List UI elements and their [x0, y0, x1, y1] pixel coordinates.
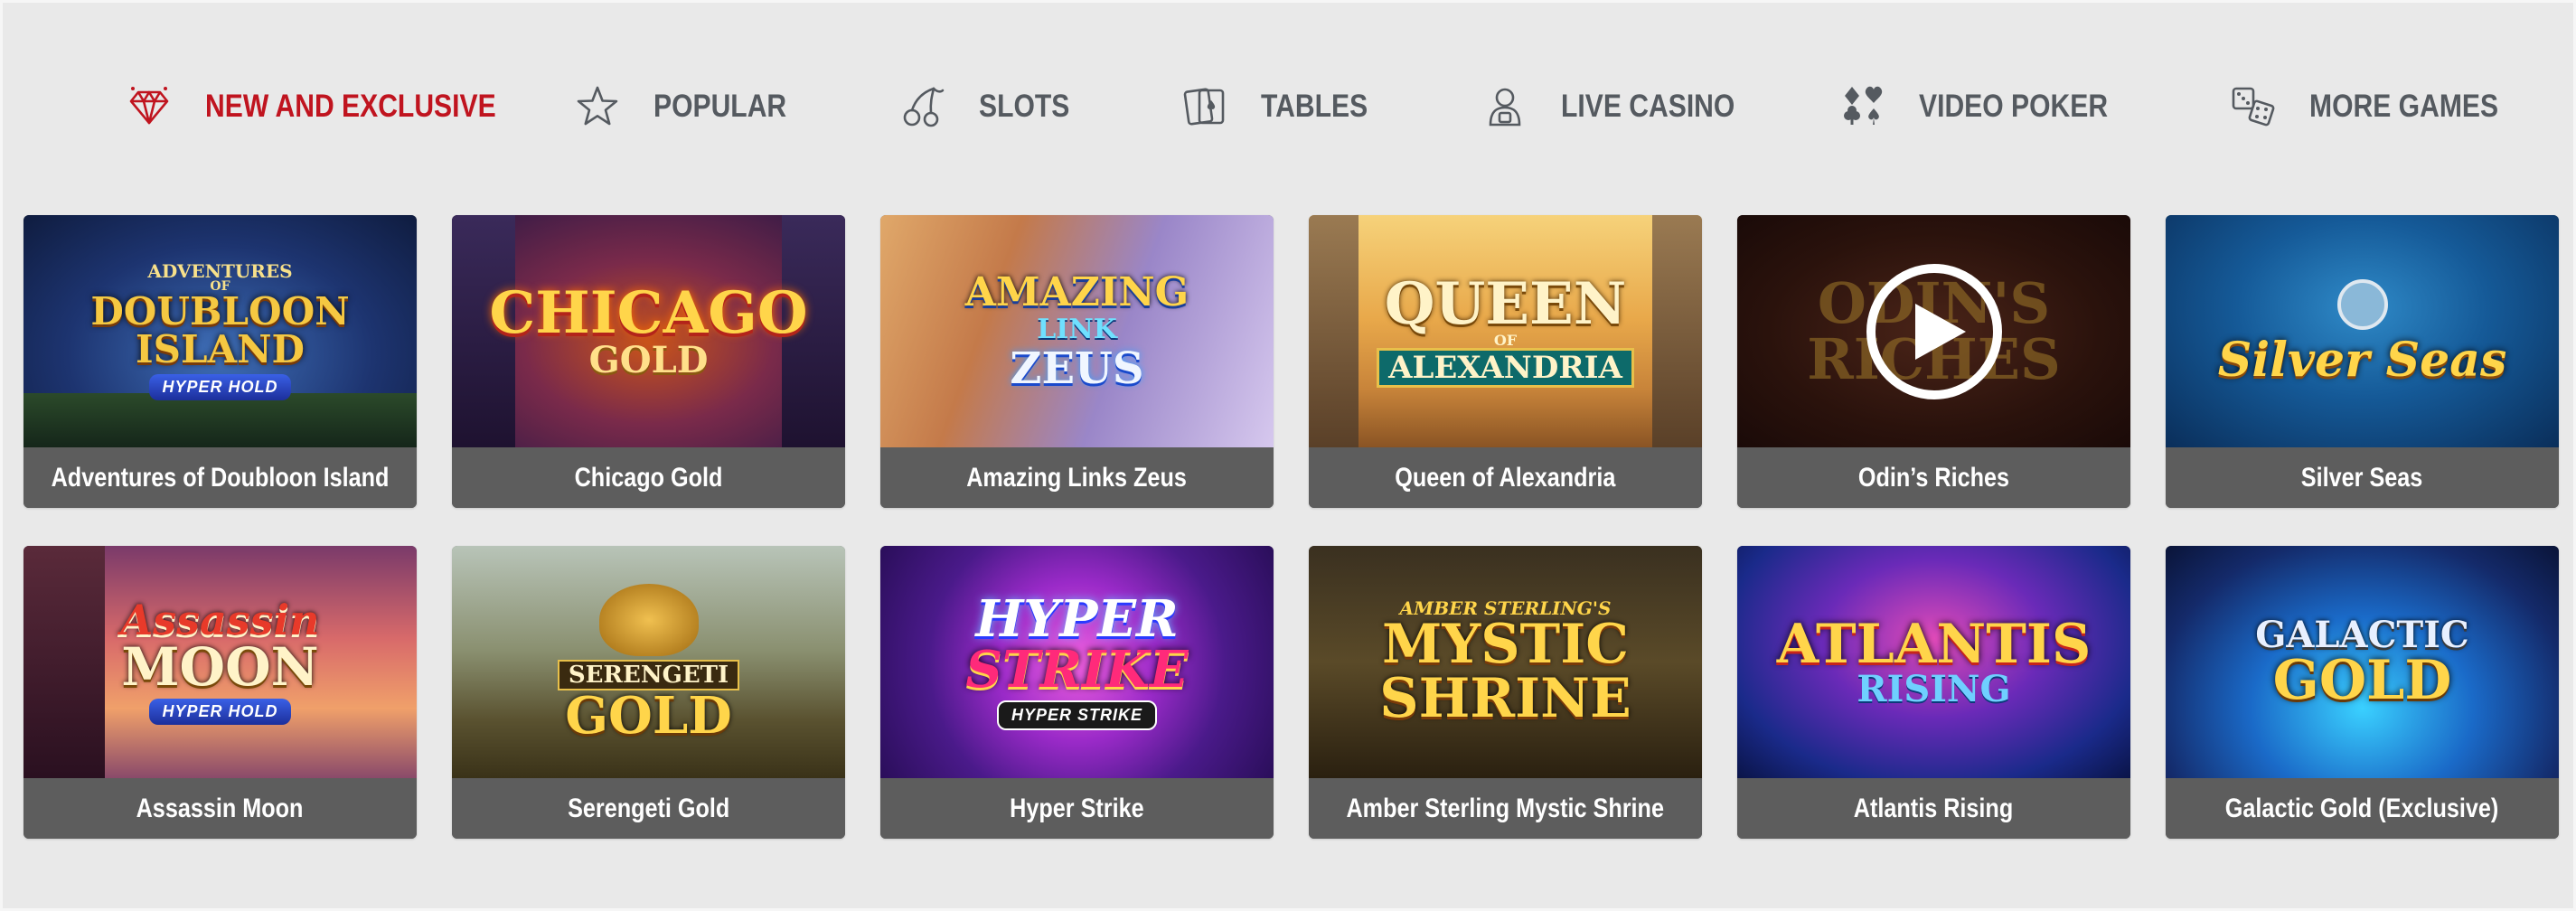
game-logo: ADVENTURES OF DOUBLOON ISLAND HYPER HOLD: [24, 215, 417, 447]
game-tile[interactable]: CHICAGO GOLD Chicago Gold: [452, 215, 845, 508]
nav-label: POPULAR: [653, 89, 787, 124]
category-nav: NEW AND EXCLUSIVE POPULAR SLOTS TABLES L…: [3, 57, 2576, 156]
game-tile[interactable]: AMBER STERLING'S MYSTIC SHRINE Amber Ste…: [1309, 546, 1702, 839]
nav-new-and-exclusive[interactable]: NEW AND EXCLUSIVE: [124, 57, 543, 156]
game-title[interactable]: Galactic Gold (Exclusive): [2166, 778, 2559, 839]
card-suits-icon: [1838, 81, 1888, 132]
nav-label: MORE GAMES: [2309, 89, 2499, 124]
game-tile[interactable]: ODIN'S RICHES Odin’s Riches: [1737, 215, 2130, 508]
game-logo: AMBER STERLING'S MYSTIC SHRINE: [1379, 596, 1631, 730]
game-thumbnail[interactable]: AMBER STERLING'S MYSTIC SHRINE: [1309, 546, 1702, 778]
nav-label: TABLES: [1261, 89, 1368, 124]
game-title[interactable]: Amazing Links Zeus: [880, 447, 1274, 508]
diamond-icon: [124, 81, 174, 132]
casino-games-panel: NEW AND EXCLUSIVE POPULAR SLOTS TABLES L…: [0, 0, 2576, 911]
game-logo: GALACTIC GOLD: [2255, 613, 2469, 712]
game-title[interactable]: Serengeti Gold: [452, 778, 845, 839]
nav-slots[interactable]: SLOTS: [898, 57, 1085, 156]
nav-label: VIDEO POKER: [1919, 89, 2109, 124]
game-title[interactable]: Odin’s Riches: [1737, 447, 2130, 508]
game-tile[interactable]: AMAZING LINK ZEUS Amazing Links Zeus: [880, 215, 1274, 508]
game-thumbnail[interactable]: Assassin MOON HYPER HOLD: [24, 546, 417, 778]
game-logo: QUEEN OF ALEXANDRIA: [1309, 215, 1702, 447]
nav-label: LIVE CASINO: [1561, 89, 1735, 124]
game-tile[interactable]: SERENGETI GOLD Serengeti Gold: [452, 546, 845, 839]
nav-label: NEW AND EXCLUSIVE: [205, 89, 496, 124]
game-tile[interactable]: QUEEN OF ALEXANDRIA Queen of Alexandria: [1309, 215, 1702, 508]
star-icon: [572, 81, 623, 132]
game-thumbnail[interactable]: GALACTIC GOLD: [2166, 546, 2559, 778]
game-thumbnail[interactable]: HYPER STRIKE HYPER STRIKE: [880, 546, 1274, 778]
game-title[interactable]: Atlantis Rising: [1737, 778, 2130, 839]
nav-label: SLOTS: [979, 89, 1070, 124]
game-tile[interactable]: ADVENTURES OF DOUBLOON ISLAND HYPER HOLD…: [24, 215, 417, 508]
game-title[interactable]: Silver Seas: [2166, 447, 2559, 508]
game-grid: ADVENTURES OF DOUBLOON ISLAND HYPER HOLD…: [24, 215, 2559, 839]
game-logo: Silver Seas: [2166, 215, 2559, 447]
playing-cards-icon: [1180, 81, 1230, 132]
game-logo: Assassin MOON HYPER HOLD: [24, 546, 417, 778]
dice-icon: [2228, 81, 2279, 132]
game-thumbnail[interactable]: ATLANTIS RISING: [1737, 546, 2130, 778]
game-title[interactable]: Hyper Strike: [880, 778, 1274, 839]
game-tile[interactable]: Assassin MOON HYPER HOLD Assassin Moon: [24, 546, 417, 839]
nav-popular[interactable]: POPULAR: [572, 57, 808, 156]
game-thumbnail[interactable]: Silver Seas: [2166, 215, 2559, 447]
game-title[interactable]: Assassin Moon: [24, 778, 417, 839]
game-tile[interactable]: GALACTIC GOLD Galactic Gold (Exclusive): [2166, 546, 2559, 839]
game-thumbnail[interactable]: ODIN'S RICHES: [1737, 215, 2130, 447]
game-logo: HYPER STRIKE HYPER STRIKE: [880, 546, 1274, 778]
play-icon[interactable]: [1866, 263, 2002, 399]
game-tile[interactable]: HYPER STRIKE HYPER STRIKE Hyper Strike: [880, 546, 1274, 839]
game-logo: AMAZING LINK ZEUS: [964, 268, 1189, 394]
game-thumbnail[interactable]: ADVENTURES OF DOUBLOON ISLAND HYPER HOLD: [24, 215, 417, 447]
game-logo: ATLANTIS RISING: [1776, 612, 2092, 710]
game-logo: SERENGETI GOLD: [452, 546, 845, 778]
game-thumbnail[interactable]: CHICAGO GOLD: [452, 215, 845, 447]
cherries-icon: [898, 81, 948, 132]
game-tile[interactable]: ATLANTIS RISING Atlantis Rising: [1737, 546, 2130, 839]
game-tile[interactable]: Silver Seas Silver Seas: [2166, 215, 2559, 508]
game-thumbnail[interactable]: QUEEN OF ALEXANDRIA: [1309, 215, 1702, 447]
live-dealer-icon: [1480, 81, 1530, 132]
game-title[interactable]: Amber Sterling Mystic Shrine: [1309, 778, 1702, 839]
nav-live-casino[interactable]: LIVE CASINO: [1480, 57, 1763, 156]
game-thumbnail[interactable]: SERENGETI GOLD: [452, 546, 845, 778]
game-title[interactable]: Adventures of Doubloon Island: [24, 447, 417, 508]
nav-more-games[interactable]: MORE GAMES: [2228, 57, 2529, 156]
nav-video-poker[interactable]: VIDEO POKER: [1838, 57, 2139, 156]
game-title[interactable]: Chicago Gold: [452, 447, 845, 508]
nav-tables[interactable]: TABLES: [1180, 57, 1385, 156]
game-thumbnail[interactable]: AMAZING LINK ZEUS: [880, 215, 1274, 447]
game-title[interactable]: Queen of Alexandria: [1309, 447, 1702, 508]
game-logo: CHICAGO GOLD: [489, 278, 808, 381]
